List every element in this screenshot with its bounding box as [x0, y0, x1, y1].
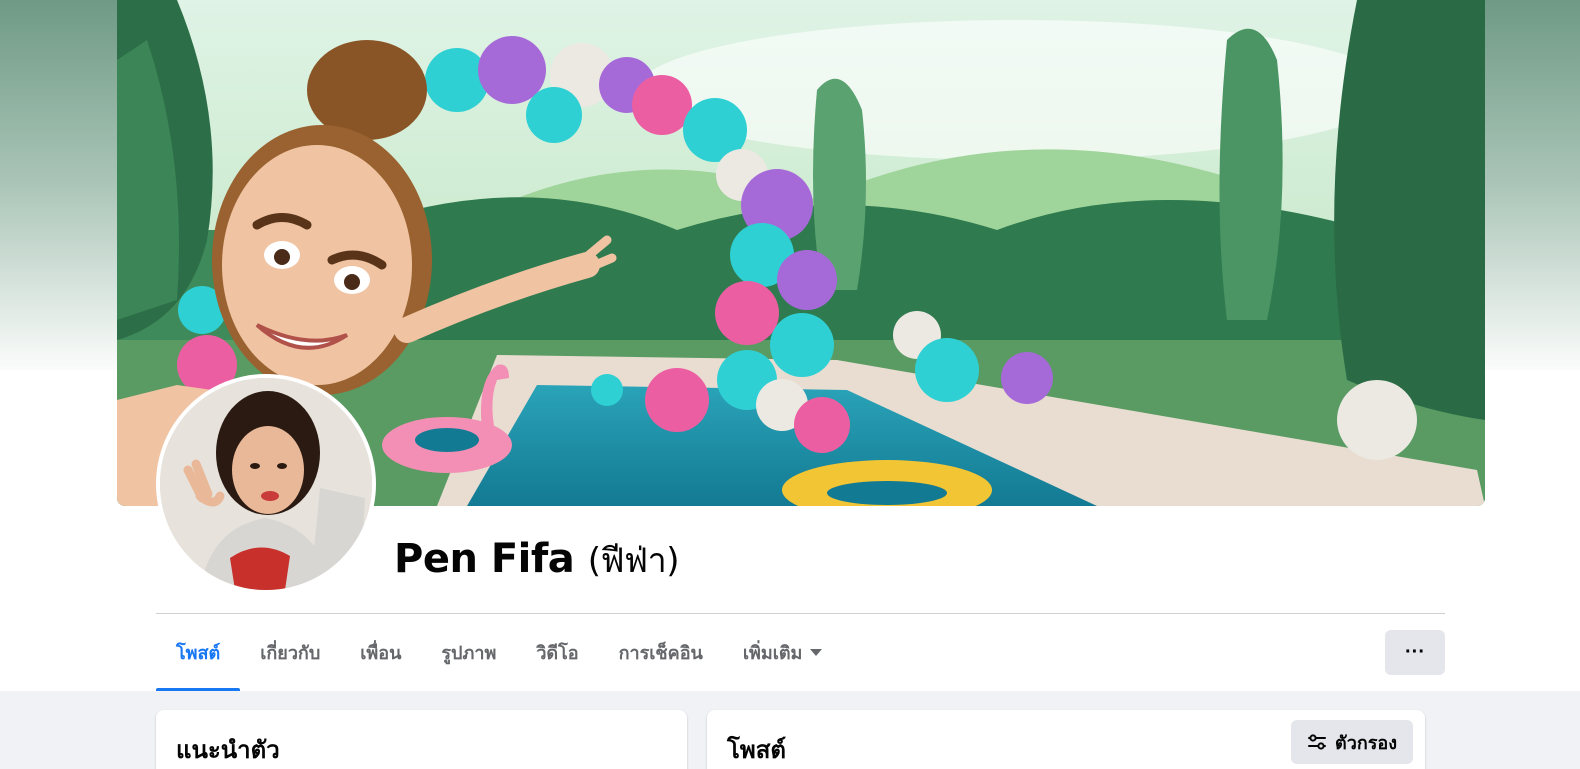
tab-about[interactable]: เกี่ยวกับ: [240, 614, 340, 691]
tab-label: เพิ่มเติม: [742, 643, 803, 664]
filter-button-label: ตัวกรอง: [1335, 732, 1397, 754]
posts-card-title: โพสต์: [727, 736, 786, 764]
tab-label: เกี่ยวกับ: [260, 643, 321, 664]
posts-card: โพสต์ ตัวกรอง: [707, 710, 1425, 769]
profile-name: Pen Fifa (ฟีฟ่า): [394, 533, 679, 587]
tab-label: วิดีโอ: [536, 643, 579, 664]
tab-label: เพื่อน: [360, 643, 402, 664]
tab-videos[interactable]: วิดีโอ: [516, 614, 598, 691]
tab-checkins[interactable]: การเช็คอิน: [599, 614, 723, 691]
tab-photos[interactable]: รูปภาพ: [421, 614, 516, 691]
tab-more[interactable]: เพิ่มเติม: [723, 614, 843, 691]
filter-sliders-icon: [1308, 734, 1327, 750]
dots-more-icon: ···: [1405, 641, 1425, 663]
tab-label: การเช็คอิน: [618, 643, 703, 664]
tab-friends[interactable]: เพื่อน: [340, 614, 421, 691]
tab-label: โพสต์: [176, 643, 221, 664]
intro-card: แนะนำตัว: [156, 710, 687, 769]
intro-card-title: แนะนำตัว: [176, 736, 280, 764]
profile-alternate-name: (ฟีฟ่า): [587, 541, 680, 581]
tab-label: รูปภาพ: [441, 643, 497, 664]
profile-tabs: โพสต์ เกี่ยวกับ เพื่อน รูปภาพ วิดีโอ การ…: [156, 614, 842, 691]
profile-picture[interactable]: [156, 374, 376, 594]
tab-posts[interactable]: โพสต์: [156, 614, 241, 691]
filter-button[interactable]: ตัวกรอง: [1291, 720, 1413, 764]
caret-down-icon: [810, 649, 823, 656]
profile-display-name: Pen Fifa: [394, 536, 575, 582]
more-options-button[interactable]: ···: [1385, 630, 1445, 675]
